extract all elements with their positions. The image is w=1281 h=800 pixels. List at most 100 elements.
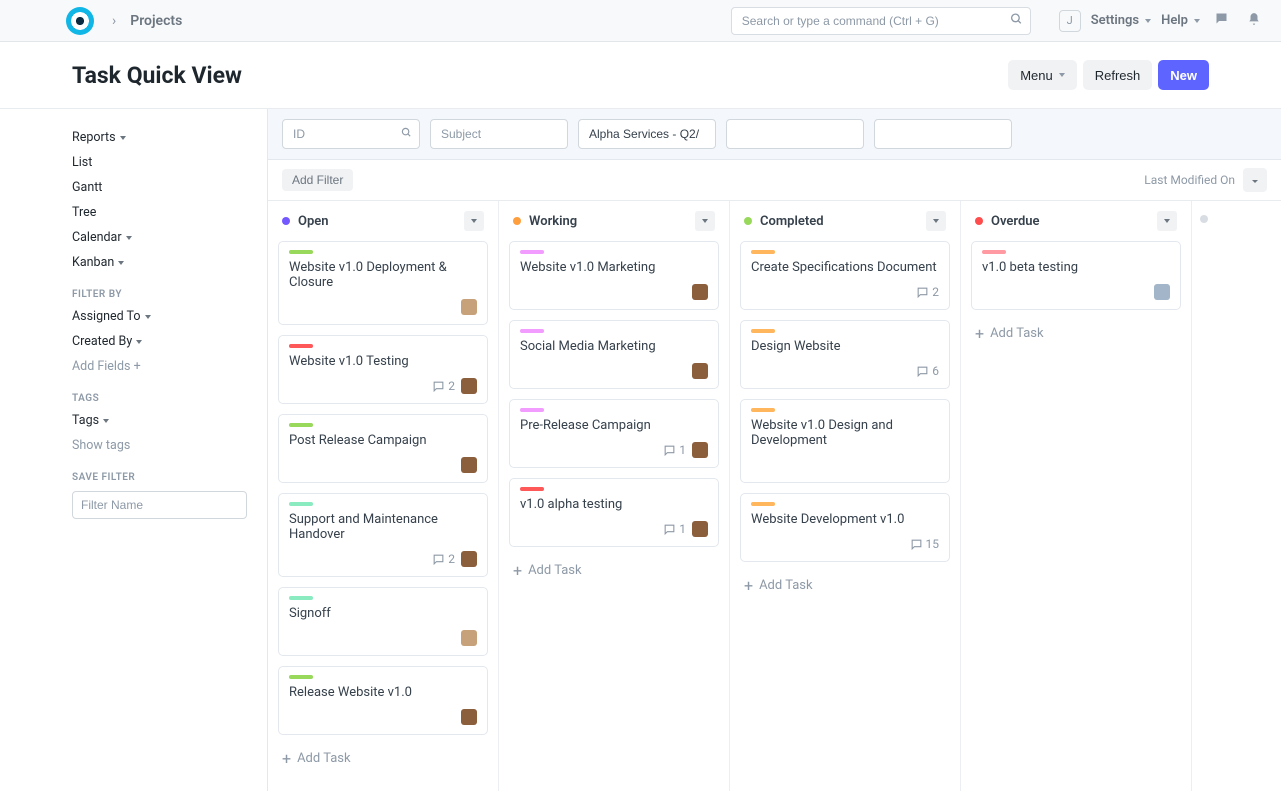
column-menu-button[interactable]	[1157, 211, 1177, 231]
menu-button[interactable]: Menu	[1008, 60, 1077, 90]
filter-assigned-to[interactable]: Assigned To	[72, 304, 247, 329]
task-card[interactable]: Post Release Campaign	[278, 414, 488, 483]
task-card[interactable]: v1.0 beta testing	[971, 241, 1181, 310]
global-search-input[interactable]	[731, 7, 1031, 35]
sort-direction-toggle[interactable]	[1243, 168, 1267, 192]
filter-subject-input[interactable]	[430, 119, 568, 149]
task-card[interactable]: Signoff	[278, 587, 488, 656]
breadcrumb-separator: ›	[112, 13, 116, 29]
status-dot	[513, 217, 521, 225]
chat-icon[interactable]	[1214, 11, 1229, 30]
task-title: Create Specifications Document	[751, 260, 939, 275]
task-title: v1.0 beta testing	[982, 260, 1170, 275]
assignee-avatar	[461, 378, 477, 394]
sidebar-view-list[interactable]: List	[72, 150, 247, 175]
priority-pill	[289, 423, 313, 427]
add-filter-button[interactable]: Add Filter	[282, 169, 353, 191]
task-card[interactable]: Social Media Marketing	[509, 320, 719, 389]
task-card[interactable]: Support and Maintenance Handover 2	[278, 493, 488, 577]
task-title: Post Release Campaign	[289, 433, 477, 448]
kanban-column-working: WorkingWebsite v1.0 MarketingSocial Medi…	[499, 201, 730, 791]
column-menu-button[interactable]	[695, 211, 715, 231]
sort-label[interactable]: Last Modified On	[1144, 173, 1235, 187]
add-task-button[interactable]: +Add Task	[740, 572, 950, 599]
sidebar-view-calendar[interactable]: Calendar	[72, 225, 247, 250]
new-button[interactable]: New	[1158, 60, 1209, 90]
column-title: Overdue	[991, 214, 1040, 229]
sidebar-view-kanban[interactable]: Kanban	[72, 250, 247, 275]
app-logo[interactable]	[66, 7, 94, 35]
task-title: Website v1.0 Testing	[289, 354, 477, 369]
filter-created-by[interactable]: Created By	[72, 329, 247, 354]
status-dot	[282, 217, 290, 225]
filter-name-input[interactable]	[72, 491, 247, 519]
assignee-avatar	[692, 442, 708, 458]
priority-pill	[520, 408, 544, 412]
task-card[interactable]: Website v1.0 Design and Development	[740, 399, 950, 483]
task-title: v1.0 alpha testing	[520, 497, 708, 512]
kanban-column-overdue: Overdue v1.0 beta testing +Add Task	[961, 201, 1192, 791]
add-task-button[interactable]: +Add Task	[278, 745, 488, 772]
filter-extra-input-1[interactable]	[726, 119, 864, 149]
priority-pill	[520, 487, 544, 491]
filter-project-input[interactable]	[578, 119, 716, 149]
task-title: Social Media Marketing	[520, 339, 708, 354]
add-task-button[interactable]: +Add Task	[509, 557, 719, 584]
task-card[interactable]: v1.0 alpha testing 1	[509, 478, 719, 547]
comment-count: 1	[663, 522, 686, 536]
assignee-avatar	[692, 521, 708, 537]
priority-pill	[520, 250, 544, 254]
column-title: Open	[298, 214, 329, 229]
task-card[interactable]: Release Website v1.0	[278, 666, 488, 735]
refresh-button[interactable]: Refresh	[1083, 60, 1153, 90]
kanban-column-open: Open Website v1.0 Deployment & Closure Web…	[268, 201, 499, 791]
task-card[interactable]: Pre-Release Campaign 1	[509, 399, 719, 468]
task-title: Support and Maintenance Handover	[289, 512, 477, 542]
plus-icon: +	[513, 564, 522, 578]
comment-count: 1	[663, 443, 686, 457]
comment-count: 2	[432, 552, 455, 566]
task-card[interactable]: Website v1.0 Deployment & Closure	[278, 241, 488, 325]
show-tags-link[interactable]: Show tags	[72, 433, 247, 458]
task-card[interactable]: Website v1.0 Marketing	[509, 241, 719, 310]
status-dot	[975, 217, 983, 225]
bell-icon[interactable]	[1247, 12, 1261, 30]
add-fields-link[interactable]: Add Fields	[72, 354, 247, 379]
task-card[interactable]: Create Specifications Document 2	[740, 241, 950, 310]
breadcrumb-projects[interactable]: Projects	[130, 13, 182, 29]
settings-menu[interactable]: Settings	[1091, 13, 1151, 28]
filter-by-heading: FILTER BY	[72, 289, 247, 300]
column-menu-button[interactable]	[926, 211, 946, 231]
priority-pill	[982, 250, 1006, 254]
task-title: Website v1.0 Marketing	[520, 260, 708, 275]
filter-id-input[interactable]	[282, 119, 420, 149]
page-title: Task Quick View	[72, 62, 242, 89]
assignee-avatar	[692, 363, 708, 379]
status-dot	[744, 217, 752, 225]
task-title: Release Website v1.0	[289, 685, 477, 700]
comment-count: 15	[910, 537, 940, 551]
sidebar-view-reports[interactable]: Reports	[72, 125, 247, 150]
task-card[interactable]: Website Development v1.0 15	[740, 493, 950, 562]
assignee-avatar	[461, 457, 477, 473]
priority-pill	[751, 408, 775, 412]
add-task-button[interactable]: +Add Task	[971, 320, 1181, 347]
priority-pill	[289, 596, 313, 600]
tags-heading: TAGS	[72, 393, 247, 404]
sidebar-view-gantt[interactable]: Gantt	[72, 175, 247, 200]
task-card[interactable]: Design Website 6	[740, 320, 950, 389]
priority-pill	[520, 329, 544, 333]
assignee-avatar	[461, 630, 477, 646]
task-title: Pre-Release Campaign	[520, 418, 708, 433]
filter-extra-input-2[interactable]	[874, 119, 1012, 149]
kanban-column-completed: CompletedCreate Specifications Document …	[730, 201, 961, 791]
task-card[interactable]: Website v1.0 Testing 2	[278, 335, 488, 404]
assignee-avatar	[692, 284, 708, 300]
column-menu-button[interactable]	[464, 211, 484, 231]
help-menu[interactable]: Help	[1161, 13, 1200, 28]
tags-dropdown[interactable]: Tags	[72, 408, 247, 433]
user-avatar-badge[interactable]: J	[1059, 10, 1081, 32]
sidebar-view-tree[interactable]: Tree	[72, 200, 247, 225]
task-title: Website v1.0 Design and Development	[751, 418, 939, 448]
task-title: Website v1.0 Deployment & Closure	[289, 260, 477, 290]
